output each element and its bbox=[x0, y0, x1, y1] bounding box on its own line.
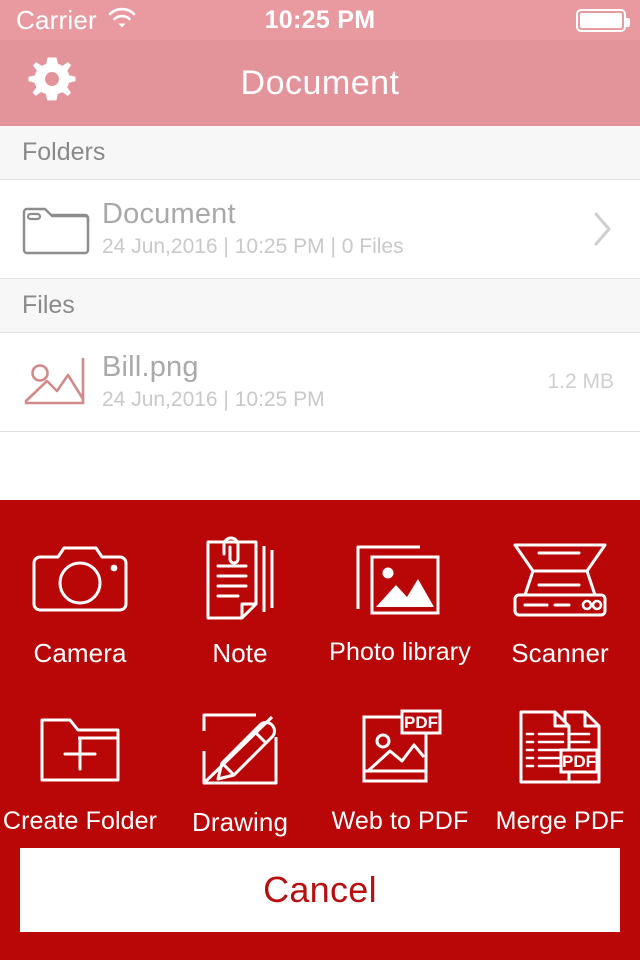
file-name: Bill.png bbox=[102, 351, 199, 383]
action-label: Photo library bbox=[329, 638, 471, 666]
action-note[interactable]: Note bbox=[160, 514, 320, 683]
action-camera[interactable]: Camera bbox=[0, 514, 160, 683]
action-label: Web to PDF bbox=[331, 807, 469, 835]
folder-row-document[interactable]: Document 24 Jun,2016 | 10:25 PM | 0 File… bbox=[0, 180, 640, 278]
cancel-button[interactable]: Cancel bbox=[20, 848, 620, 932]
action-drawing[interactable]: Drawing bbox=[160, 683, 320, 852]
image-file-icon bbox=[14, 353, 98, 411]
file-row-bill-png[interactable]: Bill.png 24 Jun,2016 | 10:25 PM 1.2 MB bbox=[0, 333, 640, 431]
cancel-button-label: Cancel bbox=[263, 869, 377, 910]
action-label: Scanner bbox=[511, 638, 609, 668]
folder-meta: 24 Jun,2016 | 10:25 PM | 0 Files bbox=[102, 235, 404, 258]
action-sheet: Camera Note Photo library Scanner Create… bbox=[0, 500, 640, 960]
svg-text:PDF: PDF bbox=[404, 713, 438, 732]
folder-icon bbox=[14, 199, 98, 259]
file-row-text: Bill.png 24 Jun,2016 | 10:25 PM bbox=[98, 350, 547, 414]
action-label: Merge PDF bbox=[495, 807, 625, 835]
file-list: Folders Document 24 Jun,2016 | 10:25 PM … bbox=[0, 126, 640, 432]
gear-icon bbox=[24, 53, 80, 114]
folder-name: Document bbox=[102, 198, 236, 230]
photo-library-icon bbox=[350, 528, 450, 632]
section-header-label: Folders bbox=[22, 138, 106, 166]
svg-text:PDF: PDF bbox=[562, 752, 596, 771]
row-divider bbox=[0, 431, 640, 432]
app-root: Carrier 10:25 PM Document Folders Docume… bbox=[0, 0, 640, 960]
chevron-right-icon[interactable] bbox=[586, 211, 620, 247]
action-create-folder[interactable]: Create Folder bbox=[0, 683, 160, 852]
action-grid: Camera Note Photo library Scanner Create… bbox=[0, 500, 640, 852]
file-date: 24 Jun,2016 | 10:25 PM bbox=[102, 388, 325, 411]
status-bar: Carrier 10:25 PM bbox=[0, 0, 640, 40]
action-label: Note bbox=[212, 638, 268, 668]
scanner-icon bbox=[509, 528, 611, 632]
action-label: Camera bbox=[33, 638, 127, 668]
settings-button[interactable] bbox=[22, 53, 82, 113]
action-scanner[interactable]: Scanner bbox=[480, 514, 640, 683]
nav-bar: Document bbox=[0, 40, 640, 126]
cancel-container: Cancel bbox=[0, 848, 640, 932]
status-bar-right bbox=[576, 8, 630, 32]
status-bar-time: 10:25 PM bbox=[264, 5, 376, 34]
section-header-files: Files bbox=[0, 279, 640, 333]
battery-full-icon bbox=[576, 8, 630, 32]
drawing-icon bbox=[192, 697, 288, 801]
create-folder-icon bbox=[32, 697, 128, 801]
section-header-label: Files bbox=[22, 291, 75, 319]
action-label: Create Folder bbox=[2, 807, 158, 835]
page-title: Document bbox=[240, 63, 400, 102]
camera-icon bbox=[29, 528, 131, 632]
action-label: Drawing bbox=[191, 807, 289, 837]
action-web-to-pdf[interactable]: PDF Web to PDF bbox=[320, 683, 480, 852]
web-to-pdf-icon: PDF bbox=[352, 697, 448, 801]
action-photo-library[interactable]: Photo library bbox=[320, 514, 480, 683]
note-icon bbox=[194, 528, 286, 632]
folder-row-text: Document 24 Jun,2016 | 10:25 PM | 0 File… bbox=[98, 197, 586, 261]
merge-pdf-icon: PDF bbox=[511, 697, 609, 801]
section-header-folders: Folders bbox=[0, 126, 640, 180]
action-merge-pdf[interactable]: PDF Merge PDF bbox=[480, 683, 640, 852]
file-size: 1.2 MB bbox=[547, 370, 614, 393]
